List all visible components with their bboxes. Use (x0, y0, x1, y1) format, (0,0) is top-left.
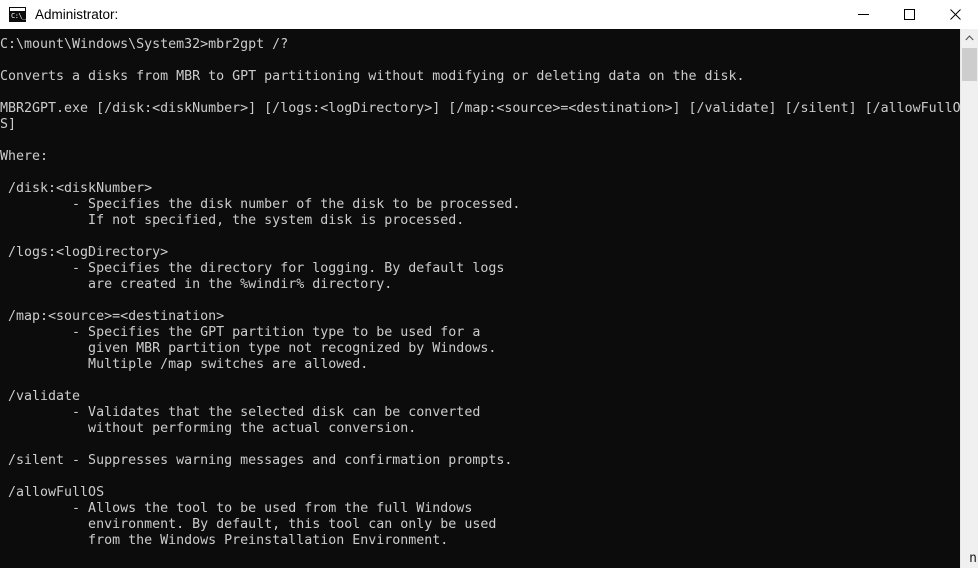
command-prompt-icon: C:\_ (9, 7, 26, 22)
scroll-up-button[interactable] (961, 29, 978, 46)
scrollbar-track[interactable] (961, 81, 978, 568)
maximize-icon (903, 9, 915, 20)
window-controls (840, 0, 978, 29)
chevron-up-icon (965, 34, 974, 40)
title-bar[interactable]: C:\_ Administrator: (0, 0, 978, 29)
minimize-button[interactable] (840, 0, 886, 29)
close-button[interactable] (932, 0, 978, 29)
title-bar-left: C:\_ Administrator: (0, 0, 840, 29)
vertical-scrollbar[interactable]: n (960, 29, 978, 568)
command-prompt-icon-text: C:\_ (11, 12, 26, 20)
window-title: Administrator: (35, 7, 119, 22)
minimize-icon (857, 14, 869, 15)
maximize-button[interactable] (886, 0, 932, 29)
scrollbar-thumb[interactable] (962, 48, 977, 81)
console-output-area[interactable]: C:\mount\Windows\System32>mbr2gpt /? Con… (0, 29, 960, 568)
bottom-right-glyph: n (969, 551, 977, 566)
console-text: C:\mount\Windows\System32>mbr2gpt /? Con… (0, 37, 960, 548)
console-window: C:\_ Administrator: C:\mount\Windows\Sys… (0, 0, 978, 568)
close-icon (949, 9, 961, 20)
